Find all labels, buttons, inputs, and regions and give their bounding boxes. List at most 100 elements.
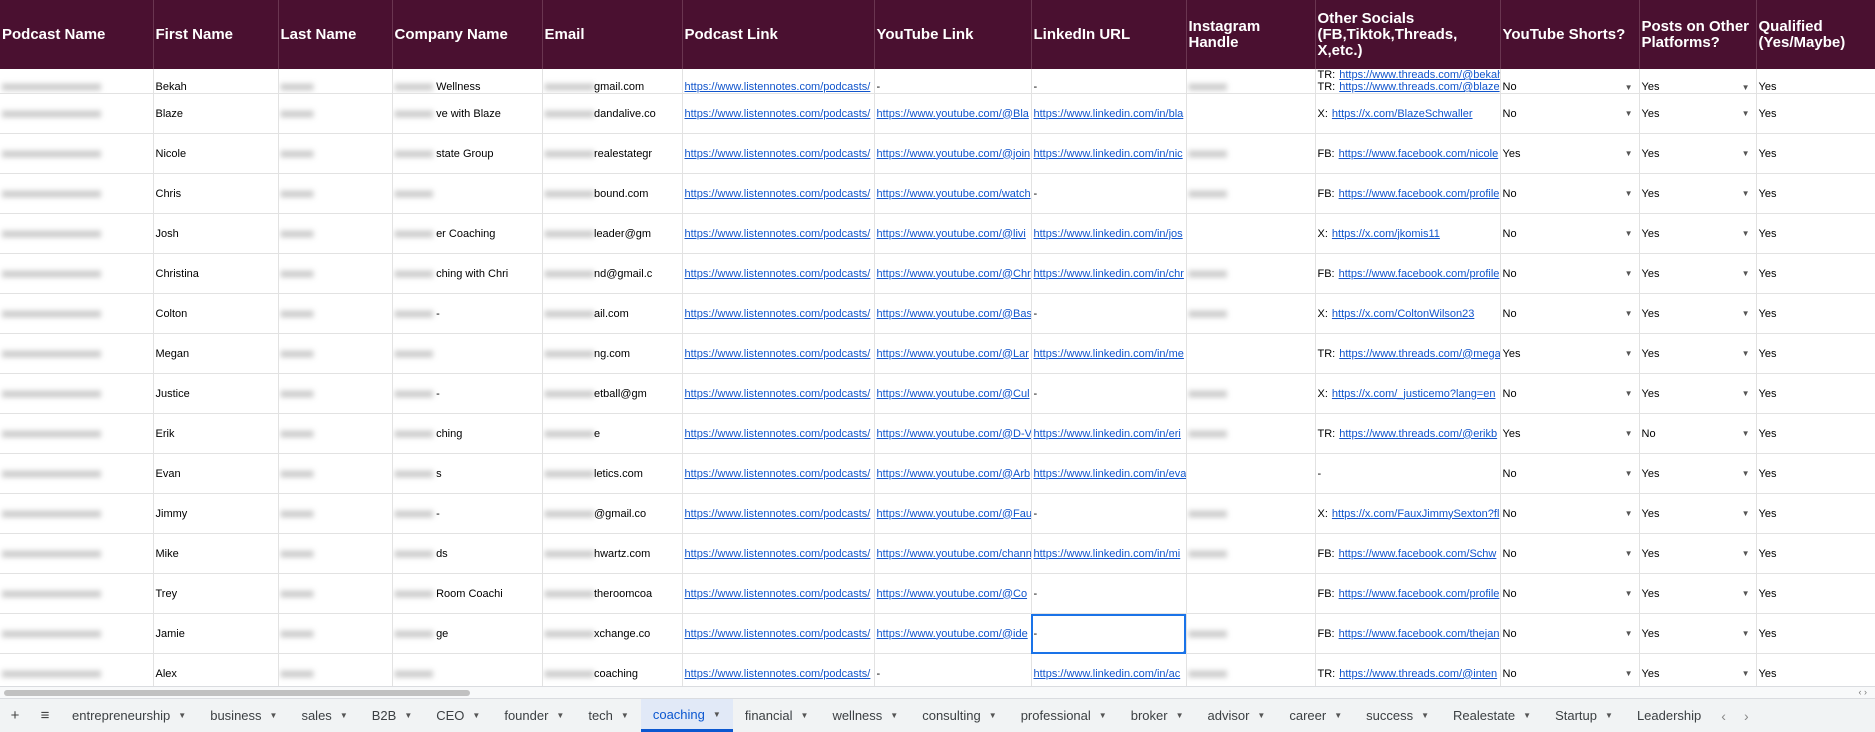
cell-other-socials[interactable]: FB: https://www.facebook.com/nicole (1315, 133, 1501, 174)
link[interactable]: https://www.listennotes.com/podcasts/ (685, 188, 871, 200)
caret-down-icon[interactable]: ▼ (1176, 711, 1184, 720)
cell-linkedin-url[interactable]: https://www.linkedin.com/in/jos (1031, 213, 1187, 254)
cell-other-socials[interactable]: FB: https://www.facebook.com/thejan (1315, 613, 1501, 654)
cell-podcast-link[interactable]: https://www.listennotes.com/podcasts/ (682, 453, 875, 494)
cell-youtube-link[interactable]: https://www.youtube.com/@Cul (874, 373, 1032, 414)
cell-qualified[interactable]: Yes (1756, 453, 1875, 494)
cell-other-socials[interactable]: - (1315, 453, 1501, 494)
cell-youtube-link[interactable]: https://www.youtube.com/@livi (874, 213, 1032, 254)
cell-company-name[interactable]: xxxxxxx - (392, 373, 543, 414)
dropdown-chip[interactable]: Yes ▼ (1642, 588, 1754, 600)
cell-podcast-name[interactable]: xxxxxxxxxxxxxxxxxx (0, 213, 154, 254)
caret-down-icon[interactable]: ▼ (1625, 509, 1633, 518)
cell-youtube-link[interactable]: - (874, 69, 1032, 94)
cell-email[interactable]: xxxxxxxxx@gmail.co (542, 493, 683, 534)
cell-podcast-link[interactable]: https://www.listennotes.com/podcasts/ (682, 333, 875, 374)
link[interactable]: https://www.youtube.com/watch (877, 188, 1031, 200)
link[interactable]: https://www.listennotes.com/podcasts/ (685, 388, 871, 400)
sheet-tab-advisor[interactable]: advisor ▼ (1196, 699, 1278, 732)
link[interactable]: https://www.listennotes.com/podcasts/ (685, 588, 871, 600)
sheet-tab-financial[interactable]: financial ▼ (733, 699, 821, 732)
cell-qualified[interactable]: Yes (1756, 293, 1875, 334)
cell-podcast-link[interactable]: https://www.listennotes.com/podcasts/ (682, 213, 875, 254)
dropdown-chip[interactable]: No ▼ (1503, 588, 1637, 600)
dropdown-chip[interactable]: No ▼ (1503, 268, 1637, 280)
caret-down-icon[interactable]: ▼ (713, 710, 721, 719)
dropdown-chip[interactable]: No ▼ (1503, 628, 1637, 640)
caret-down-icon[interactable]: ▼ (1257, 711, 1265, 720)
cell-youtube-shorts[interactable]: No ▼ (1500, 453, 1640, 494)
caret-down-icon[interactable]: ▼ (1742, 629, 1750, 638)
dropdown-chip[interactable]: No ▼ (1503, 388, 1637, 400)
social-link[interactable]: https://www.facebook.com/profile (1339, 588, 1499, 600)
caret-down-icon[interactable]: ▼ (1742, 549, 1750, 558)
caret-down-icon[interactable]: ▼ (1742, 149, 1750, 158)
cell-first-name[interactable]: Trey (153, 573, 279, 614)
scroll-left-icon[interactable]: ‹ (1858, 687, 1861, 697)
caret-down-icon[interactable]: ▼ (1625, 189, 1633, 198)
cell-other-socials[interactable]: X: https://x.com/jkomis11 (1315, 213, 1501, 254)
link[interactable]: https://www.listennotes.com/podcasts/ (685, 348, 871, 360)
cell-instagram-handle[interactable]: xxxxxxx (1186, 133, 1316, 174)
social-link[interactable]: https://www.facebook.com/nicole (1339, 148, 1499, 160)
dropdown-chip[interactable]: Yes ▼ (1503, 148, 1637, 160)
caret-down-icon[interactable]: ▼ (472, 711, 480, 720)
cell-email[interactable]: xxxxxxxxxleader@gm (542, 213, 683, 254)
cell-last-name[interactable]: xxxxxx (278, 373, 393, 414)
dropdown-chip[interactable]: No ▼ (1503, 81, 1637, 93)
cell-other-socials[interactable]: X: https://x.com/ColtonWilson23 (1315, 293, 1501, 334)
cell-instagram-handle[interactable]: xxxxxxx (1186, 493, 1316, 534)
link[interactable]: https://www.linkedin.com/in/nic (1034, 148, 1183, 160)
caret-down-icon[interactable]: ▼ (801, 711, 809, 720)
caret-down-icon[interactable]: ▼ (1625, 309, 1633, 318)
sheet-tab-ceo[interactable]: CEO ▼ (424, 699, 492, 732)
cell-last-name[interactable]: xxxxxx (278, 653, 393, 689)
cell-last-name[interactable]: xxxxxx (278, 333, 393, 374)
link[interactable]: https://www.youtube.com/@D-V (877, 428, 1031, 440)
link[interactable]: https://www.listennotes.com/podcasts/ (685, 81, 871, 93)
cell-first-name[interactable]: Blaze (153, 93, 279, 134)
cell-instagram-handle[interactable] (1186, 213, 1316, 254)
cell-company-name[interactable]: xxxxxxx - (392, 493, 543, 534)
cell-podcast-link[interactable]: https://www.listennotes.com/podcasts/ (682, 253, 875, 294)
sheet-tab-realestate[interactable]: Realestate ▼ (1441, 699, 1543, 732)
link[interactable]: https://www.listennotes.com/podcasts/ (685, 468, 871, 480)
link[interactable]: https://www.youtube.com/@Bas (877, 308, 1031, 320)
col-header-other-socials[interactable]: Other Socials (FB,Tiktok,Threads, X,etc.… (1315, 0, 1501, 69)
cell-email[interactable]: xxxxxxxxxetball@gm (542, 373, 683, 414)
cell-company-name[interactable]: xxxxxxx er Coaching (392, 213, 543, 254)
caret-down-icon[interactable]: ▼ (1625, 349, 1633, 358)
caret-down-icon[interactable]: ▼ (1742, 189, 1750, 198)
caret-down-icon[interactable]: ▼ (178, 711, 186, 720)
cell-podcast-name[interactable]: xxxxxxxxxxxxxxxxxx (0, 573, 154, 614)
dropdown-chip[interactable]: No ▼ (1503, 548, 1637, 560)
cell-instagram-handle[interactable]: xxxxxxx (1186, 613, 1316, 654)
cell-company-name[interactable]: xxxxxxx (392, 653, 543, 689)
social-link[interactable]: https://x.com/FauxJimmySexton?fl (1332, 508, 1499, 520)
caret-down-icon[interactable]: ▼ (1625, 109, 1633, 118)
cell-company-name[interactable]: xxxxxxx Room Coachi (392, 573, 543, 614)
caret-down-icon[interactable]: ▼ (890, 711, 898, 720)
cell-posts-other-platforms[interactable]: Yes ▼ (1639, 653, 1757, 689)
cell-youtube-link[interactable]: https://www.youtube.com/@Fau (874, 493, 1032, 534)
col-header-instagram-handle[interactable]: Instagram Handle (1186, 0, 1316, 69)
cell-company-name[interactable]: xxxxxxx state Group (392, 133, 543, 174)
cell-qualified[interactable]: Yes (1756, 173, 1875, 214)
cell-last-name[interactable]: xxxxxx (278, 533, 393, 574)
social-link[interactable]: https://x.com/jkomis11 (1332, 228, 1440, 240)
cell-youtube-link[interactable]: https://www.youtube.com/@Lar (874, 333, 1032, 374)
cell-youtube-link[interactable]: https://www.youtube.com/@Arb (874, 453, 1032, 494)
cell-last-name[interactable]: xxxxxx (278, 69, 393, 94)
caret-down-icon[interactable]: ▼ (340, 711, 348, 720)
cell-posts-other-platforms[interactable]: Yes ▼ (1639, 373, 1757, 414)
cell-posts-other-platforms[interactable]: Yes ▼ (1639, 493, 1757, 534)
cell-company-name[interactable]: xxxxxxx - (392, 293, 543, 334)
col-header-qualified[interactable]: Qualified (Yes/Maybe) (1756, 0, 1875, 69)
cell-podcast-name[interactable]: xxxxxxxxxxxxxxxxxx (0, 653, 154, 689)
caret-down-icon[interactable]: ▼ (1742, 229, 1750, 238)
link[interactable]: https://www.linkedin.com/in/jos (1034, 228, 1183, 240)
cell-qualified[interactable]: Yes (1756, 493, 1875, 534)
col-header-youtube-link[interactable]: YouTube Link (874, 0, 1032, 69)
cell-youtube-link[interactable]: https://www.youtube.com/watch (874, 173, 1032, 214)
cell-podcast-link[interactable]: https://www.listennotes.com/podcasts/ (682, 493, 875, 534)
